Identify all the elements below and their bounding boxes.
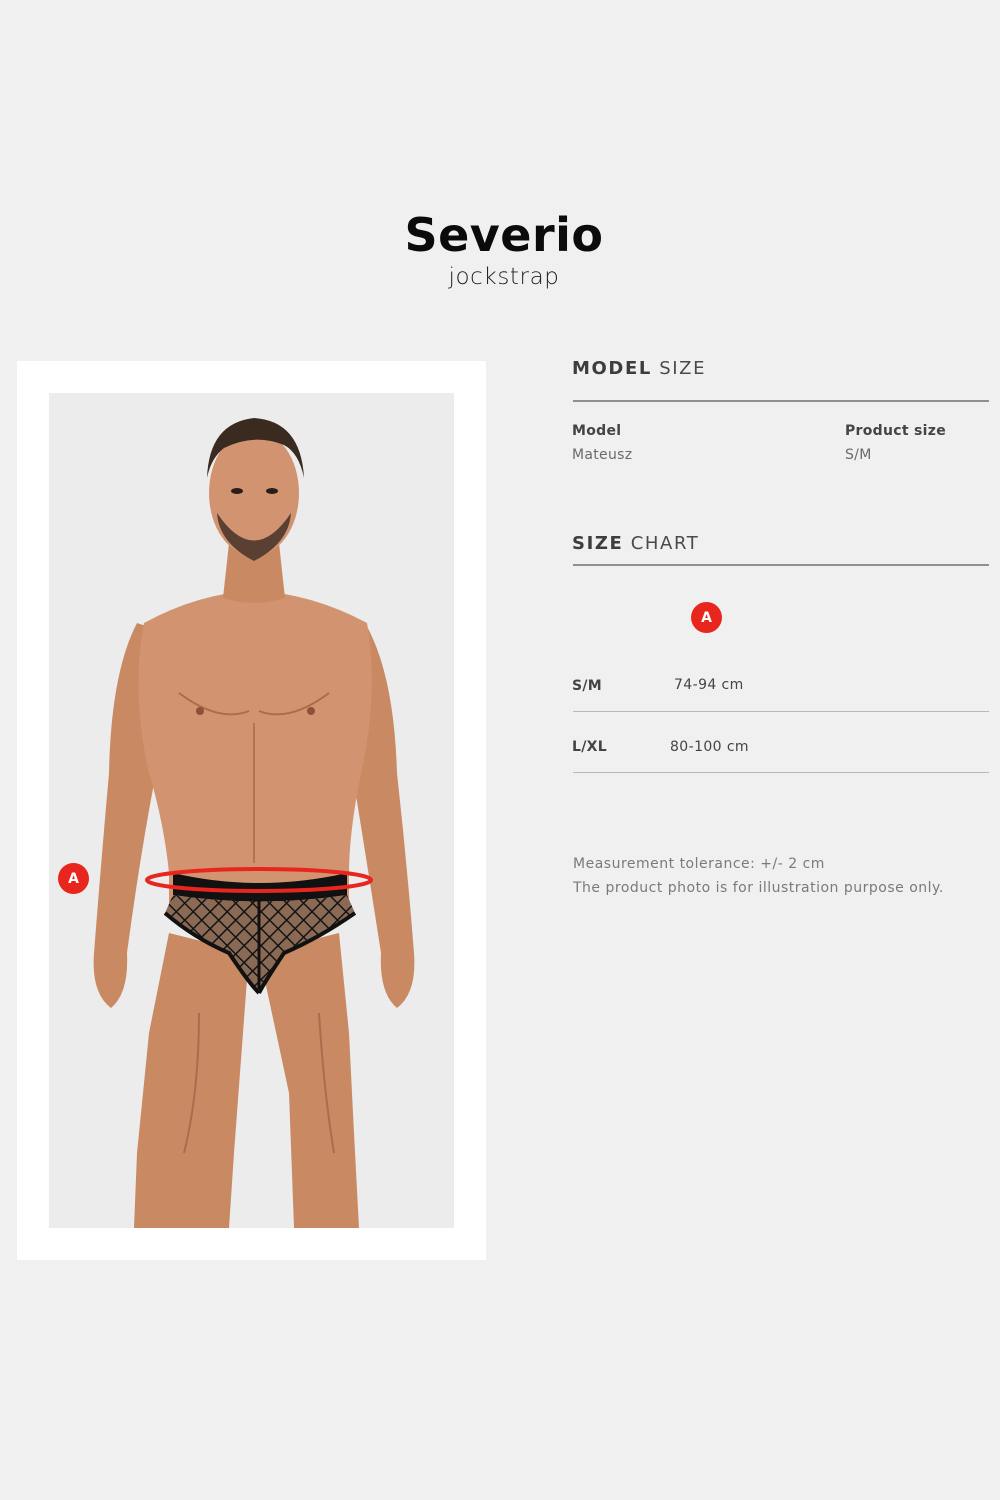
model-size-heading-bold: MODEL — [572, 358, 652, 379]
product-title: Severio — [404, 208, 604, 262]
measurement-tolerance-note: Measurement tolerance: +/- 2 cm — [573, 856, 825, 872]
product-size-value: S/M — [845, 447, 872, 463]
size-chart-row-measure: 74-94 cm — [674, 677, 744, 693]
model-size-heading: MODEL SIZE — [572, 358, 706, 379]
model-size-divider — [573, 400, 989, 402]
size-chart-heading-light: CHART — [630, 533, 700, 554]
model-figure-illustration — [93, 418, 415, 1228]
photo-marker-a: A — [58, 863, 89, 894]
model-value: Mateusz — [572, 447, 633, 463]
size-chart-row-size: L/XL — [572, 739, 607, 755]
model-label: Model — [572, 423, 622, 439]
model-size-heading-light: SIZE — [659, 358, 707, 379]
product-size-label: Product size — [845, 423, 947, 439]
size-chart-column-marker-a: A — [691, 602, 722, 633]
size-chart-heading: SIZE CHART — [572, 533, 699, 554]
product-subtitle: jockstrap — [448, 264, 560, 290]
size-chart-row-size: S/M — [572, 678, 603, 694]
model-photo-frame: A — [17, 361, 486, 1260]
model-photo — [49, 393, 454, 1228]
size-chart-row-measure: 80-100 cm — [670, 739, 749, 755]
size-chart-heading-bold: SIZE — [572, 533, 624, 554]
size-chart-row-divider — [573, 711, 989, 712]
illustration-disclaimer: The product photo is for illustration pu… — [573, 880, 944, 896]
size-chart-row-divider — [573, 772, 989, 773]
size-chart-divider — [573, 564, 989, 566]
